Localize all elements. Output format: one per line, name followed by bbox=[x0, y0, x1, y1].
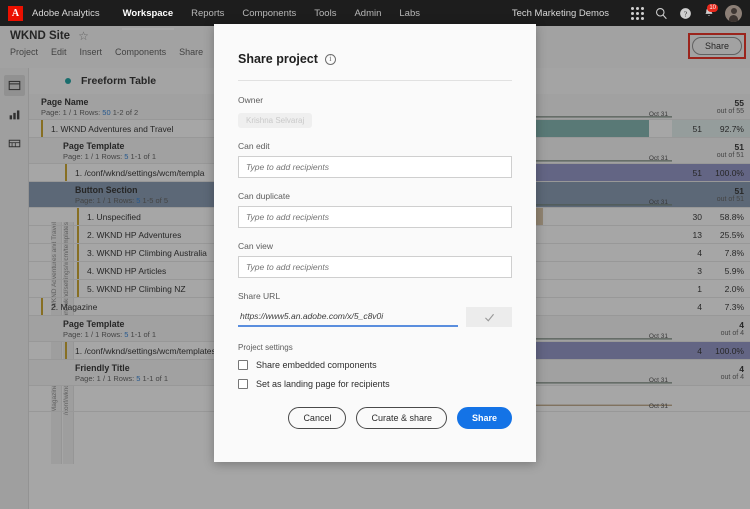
can-edit-input[interactable] bbox=[238, 156, 512, 178]
share-url-row bbox=[238, 306, 512, 327]
notifications-bell-icon[interactable]: 10 bbox=[699, 3, 719, 23]
can-view-input[interactable] bbox=[238, 256, 512, 278]
avatar[interactable] bbox=[725, 4, 742, 22]
dialog-title: Share project bbox=[238, 52, 318, 66]
can-duplicate-input[interactable] bbox=[238, 206, 512, 228]
share-url-field: Share URL bbox=[238, 291, 512, 327]
search-icon[interactable] bbox=[651, 3, 671, 23]
share-embedded-components-checkbox-row[interactable]: Share embedded components bbox=[238, 360, 512, 370]
cancel-button[interactable]: Cancel bbox=[288, 407, 347, 429]
adobe-logo[interactable]: A bbox=[8, 5, 23, 21]
nav-item-tools[interactable]: Tools bbox=[313, 3, 337, 24]
svg-text:?: ? bbox=[683, 9, 686, 18]
nav-item-workspace[interactable]: Workspace bbox=[121, 3, 175, 30]
dialog-share-button[interactable]: Share bbox=[456, 407, 512, 429]
share-embedded-components-checkbox[interactable] bbox=[238, 360, 248, 370]
can-view-label: Can view bbox=[238, 241, 273, 251]
curate-and-share-button[interactable]: Curate & share bbox=[356, 407, 447, 429]
owner-chip: Krishna Selvaraj bbox=[238, 113, 313, 128]
dialog-title-row: Share project i bbox=[238, 52, 512, 66]
top-navigation-bar: A Adobe Analytics Workspace Reports Comp… bbox=[0, 0, 750, 30]
nav-item-components[interactable]: Components bbox=[241, 3, 297, 24]
help-icon[interactable]: ? bbox=[675, 3, 695, 23]
dialog-button-row: Cancel Curate & share Share bbox=[238, 407, 512, 429]
apps-grid-icon[interactable] bbox=[627, 3, 647, 23]
nav-item-reports[interactable]: Reports bbox=[190, 3, 225, 24]
notification-badge: 10 bbox=[707, 4, 718, 12]
share-url-input[interactable] bbox=[238, 307, 458, 327]
can-view-field: Can view bbox=[238, 241, 512, 278]
owner-label: Owner bbox=[238, 95, 264, 105]
nav-item-admin[interactable]: Admin bbox=[353, 3, 382, 24]
landing-page-label: Set as landing page for recipients bbox=[256, 379, 390, 389]
owner-field: Owner Krishna Selvaraj bbox=[238, 95, 512, 128]
info-icon[interactable]: i bbox=[324, 53, 336, 65]
dialog-divider bbox=[238, 80, 512, 81]
brand-label: Adobe Analytics bbox=[32, 7, 100, 19]
project-settings-label: Project settings bbox=[238, 343, 293, 352]
share-url-label: Share URL bbox=[238, 291, 281, 301]
can-duplicate-label: Can duplicate bbox=[238, 191, 290, 201]
app-root: A Adobe Analytics Workspace Reports Comp… bbox=[0, 0, 750, 509]
copy-url-checkmark-icon[interactable] bbox=[466, 307, 512, 327]
can-edit-label: Can edit bbox=[238, 141, 270, 151]
nav-item-labs[interactable]: Labs bbox=[398, 3, 421, 24]
can-edit-field: Can edit bbox=[238, 141, 512, 178]
share-project-dialog: Share project i Owner Krishna Selvaraj C… bbox=[214, 24, 536, 462]
share-url-input-wrap bbox=[238, 306, 458, 327]
can-duplicate-field: Can duplicate bbox=[238, 191, 512, 228]
landing-page-checkbox-row[interactable]: Set as landing page for recipients bbox=[238, 379, 512, 389]
share-embedded-components-label: Share embedded components bbox=[256, 360, 377, 370]
company-label: Tech Marketing Demos bbox=[511, 7, 609, 19]
landing-page-checkbox[interactable] bbox=[238, 379, 248, 389]
